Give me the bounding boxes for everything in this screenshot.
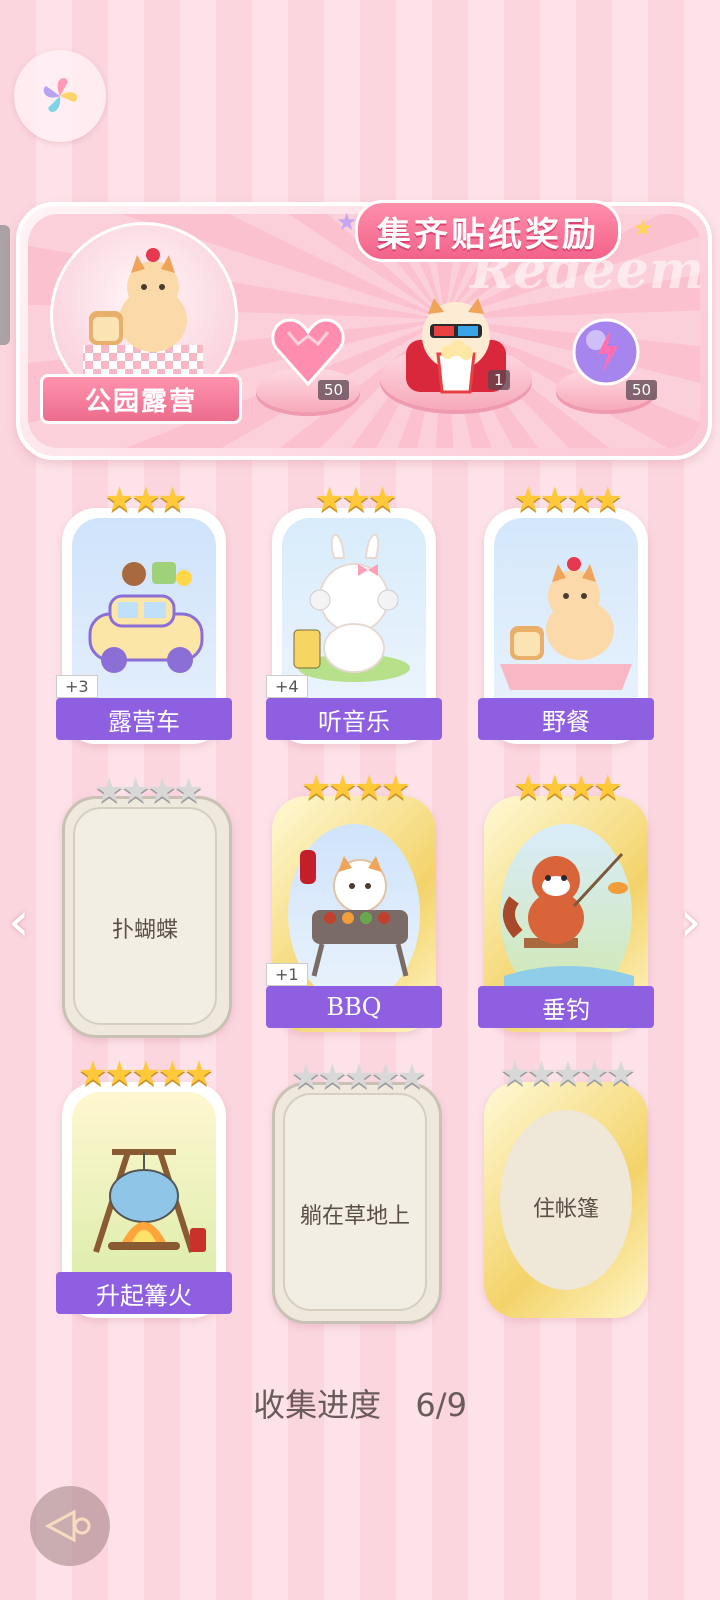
sticker-card-catch-butterfly[interactable]: ★★★★ 扑蝴蝶	[62, 771, 232, 1038]
sticker-card-campfire[interactable]: ★★★★★ 升起篝火	[56, 1054, 232, 1318]
card-stars: ★★★★	[513, 480, 623, 520]
card-name: BBQ	[266, 986, 442, 1028]
pink-heart-gem-icon	[271, 318, 345, 387]
chevron-left-icon[interactable]: ‹	[8, 890, 30, 953]
card-stars: ★★★★★	[499, 1054, 636, 1094]
card-placeholder: 躺在草地上	[283, 1093, 427, 1311]
sticker-card-tent[interactable]: ★★★★★ 住帐篷	[484, 1054, 648, 1318]
sticker-card-bbq[interactable]: ★★★★ +1 BBQ	[266, 768, 442, 1032]
card-stars: ★★★★★	[77, 1054, 214, 1094]
sticker-card-camper-car[interactable]: ★★★ +3 露营车	[56, 480, 232, 744]
card-bonus-count: +3	[56, 675, 98, 698]
card-placeholder: 扑蝴蝶	[73, 807, 217, 1025]
reward-title: 集齐贴纸奖励	[355, 200, 621, 262]
card-bonus-count: +4	[266, 675, 308, 698]
back-button[interactable]	[30, 1486, 110, 1566]
card-stars: ★★★★	[94, 771, 204, 811]
chevron-right-icon[interactable]: ›	[680, 890, 702, 953]
star-decoration-icon: ★	[632, 214, 654, 242]
card-stars: ★★★	[314, 480, 397, 520]
card-name: 听音乐	[266, 698, 442, 740]
reward-count-badge: 50	[626, 380, 658, 400]
sticker-card-lie-on-grass[interactable]: ★★★★★ 躺在草地上	[272, 1057, 442, 1324]
progress-value: 6/9	[415, 1386, 467, 1424]
card-name: 住帐篷	[532, 1197, 599, 1223]
scene-name-label: 公园露营	[40, 374, 242, 424]
reward-count-badge: 1	[488, 370, 510, 390]
progress-label: 收集进度	[253, 1386, 382, 1424]
card-stars: ★★★	[104, 480, 187, 520]
card-name: 垂钓	[478, 986, 654, 1028]
card-name: 升起篝火	[56, 1272, 232, 1314]
sticker-card-fishing[interactable]: ★★★★ 垂钓	[478, 768, 654, 1032]
card-stars: ★★★★★	[290, 1057, 427, 1097]
back-arrow-icon	[44, 1509, 91, 1543]
side-handle[interactable]	[0, 225, 10, 345]
card-name: 野餐	[478, 698, 654, 740]
card-name: 露营车	[56, 698, 232, 740]
pinwheel-logo-icon	[43, 78, 78, 112]
sticker-card-listen-music[interactable]: ★★★ +4 听音乐	[266, 480, 442, 744]
card-stars: ★★★★	[301, 768, 411, 808]
card-bonus-count: +1	[266, 963, 308, 986]
card-placeholder: 住帐篷	[494, 1092, 638, 1308]
sticker-card-picnic[interactable]: ★★★★ 野餐	[478, 480, 654, 744]
collection-progress: 收集进度 6/9	[0, 1380, 720, 1426]
reward-count-badge: 50	[318, 380, 350, 400]
card-stars: ★★★★	[513, 768, 623, 808]
card-name: 躺在草地上	[299, 1203, 410, 1229]
app-logo[interactable]	[14, 50, 106, 142]
purple-energy-orb-icon	[572, 318, 640, 386]
card-name: 扑蝴蝶	[111, 917, 178, 943]
